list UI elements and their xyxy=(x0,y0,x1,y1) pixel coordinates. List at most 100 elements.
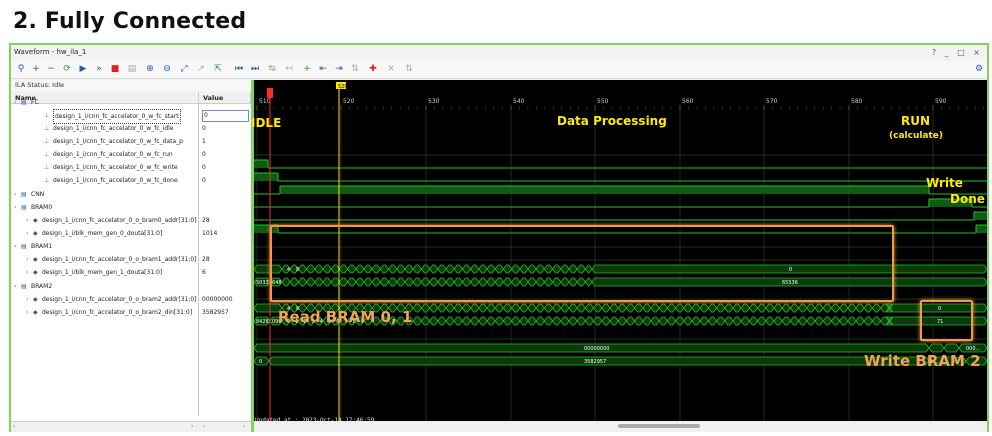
expand-chevron-icon[interactable]: › xyxy=(26,266,28,279)
expand-chevron-icon[interactable]: › xyxy=(14,188,16,201)
name-horizontal-scrollbar[interactable]: ‹ › ‹ › xyxy=(11,421,251,432)
signal-group-row[interactable]: › ▤ FC xyxy=(11,96,251,109)
expand-chevron-icon[interactable]: › xyxy=(14,201,16,214)
bus-segment xyxy=(740,303,750,313)
bus-segment xyxy=(543,316,554,326)
expand-chevron-icon[interactable]: › xyxy=(26,214,28,227)
go-to-end-icon[interactable]: ⏭ xyxy=(249,63,261,75)
scroll-right-icon[interactable]: › xyxy=(191,423,193,430)
go-to-start-icon[interactable]: ⏮ xyxy=(233,63,245,75)
search-icon[interactable]: ⚲ xyxy=(15,63,27,75)
annotation-done: Done xyxy=(950,192,985,206)
signal-row[interactable]: ⊥ design_1_i/cnn_fc_accelator_0_w_fc_done… xyxy=(11,174,251,187)
run-trigger-icon[interactable]: ▶ xyxy=(77,63,89,75)
bus-icon: ◆ xyxy=(33,269,38,276)
bus-segment xyxy=(683,303,693,313)
signal-value: 28 xyxy=(202,256,210,263)
bus-segment xyxy=(470,316,480,326)
export-icon[interactable]: ▤ xyxy=(126,63,138,75)
signal-group-row[interactable]: › ▤ BRAM2 xyxy=(11,280,251,293)
remove-icon[interactable]: − xyxy=(45,63,57,75)
next-transition-icon[interactable]: ↤ xyxy=(283,63,295,75)
bus-segment xyxy=(568,316,578,326)
bus-segment xyxy=(429,303,439,313)
snap-icon[interactable]: ✚ xyxy=(367,63,379,75)
add-marker-icon[interactable]: + xyxy=(301,63,313,75)
bus-segment xyxy=(412,316,422,326)
expand-chevron-icon[interactable]: › xyxy=(14,280,16,293)
window-controls[interactable]: ? _ □ × xyxy=(932,45,983,60)
signal-row[interactable]: › ◆ design_1_i/cnn_fc_accelator_0_o_bram2_… xyxy=(11,306,251,319)
bus-icon: ◆ xyxy=(33,230,38,237)
previous-transition-icon[interactable]: ↹ xyxy=(266,63,278,75)
signal-row[interactable]: › ◆ design_1_i/cnn_fc_accelator_0_o_bram2_… xyxy=(11,293,251,306)
signal-value: 0 xyxy=(202,164,206,171)
signal-row[interactable]: › ◆ design_1_i/cnn_fc_accelator_0_o_bram1_… xyxy=(11,253,251,266)
add-icon[interactable]: + xyxy=(30,63,42,75)
zoom-in-icon[interactable]: ⊕ xyxy=(144,63,156,75)
signal-name: CNN xyxy=(31,191,45,198)
signal-row[interactable]: ⊥ design_1_i/cnn_fc_accelator_0_w_fc_star… xyxy=(11,109,251,124)
ruler-label: 590 xyxy=(935,98,947,105)
ruler-label: 530 xyxy=(428,98,440,105)
refresh-icon[interactable]: ⟳ xyxy=(61,63,73,75)
cursor-icon[interactable]: ⇱ xyxy=(212,63,224,75)
signal-icon: ⊥ xyxy=(44,112,50,119)
signal-group-row[interactable]: › ▤ CNN xyxy=(11,188,251,201)
bus-segment xyxy=(625,303,636,313)
run-immediate-icon[interactable]: » xyxy=(93,63,105,75)
previous-marker-icon[interactable]: ⇤ xyxy=(317,63,329,75)
bus-segment xyxy=(871,316,882,326)
scroll-thumb[interactable] xyxy=(618,424,700,428)
bus-segment xyxy=(420,316,431,326)
stop-icon[interactable]: ■ xyxy=(109,63,121,75)
signal-row[interactable]: › ◆ design_1_i/blk_mem_gen_1_douta[31:0] 6 xyxy=(11,266,251,279)
window-titlebar: Waveform - hw_ila_1 ? _ □ × xyxy=(11,45,987,60)
signal-row[interactable]: ⊥ design_1_i/cnn_fc_accelator_0_w_fc_data… xyxy=(11,135,251,148)
value-scroll-right-icon[interactable]: › xyxy=(243,423,245,430)
fit-marker-icon[interactable]: ⇅ xyxy=(403,63,415,75)
expand-chevron-icon[interactable]: › xyxy=(14,96,16,109)
bus-segment xyxy=(601,316,611,326)
bus-segment xyxy=(806,303,816,313)
bus-segment xyxy=(748,316,759,326)
bus-segment xyxy=(478,303,488,313)
signal-row[interactable]: › ◆ design_1_i/cnn_fc_accelator_0_o_bram0_… xyxy=(11,214,251,227)
signal-value: 1 xyxy=(202,138,206,145)
zoom-fit-icon[interactable]: ⤢ xyxy=(178,63,190,75)
bus-segment xyxy=(691,316,701,326)
signal-value: 6 xyxy=(202,269,206,276)
clear-icon[interactable]: ✕ xyxy=(385,63,397,75)
signal-group-row[interactable]: › ▤ BRAM0 xyxy=(11,201,251,214)
expand-chevron-icon[interactable]: › xyxy=(14,240,16,253)
bus-segment xyxy=(814,316,824,326)
signal-name: design_1_i/cnn_fc_accelator_0_o_bram1_ad… xyxy=(42,256,197,263)
annotation-run-sub: (calculate) xyxy=(889,131,944,141)
gear-icon[interactable]: ⚙ xyxy=(973,63,985,75)
bus-segment xyxy=(798,316,808,326)
value-scroll-left-icon[interactable]: ‹ xyxy=(203,423,205,430)
signal-row[interactable]: ⊥ design_1_i/cnn_fc_accelator_0_w_fc_writ… xyxy=(11,161,251,174)
bus-segment xyxy=(830,303,841,313)
bus-segment xyxy=(699,316,709,326)
bus-segment xyxy=(757,303,767,313)
scroll-left-icon[interactable]: ‹ xyxy=(13,423,15,430)
next-marker-icon[interactable]: ⇥ xyxy=(333,63,345,75)
full-view-icon[interactable]: ↗ xyxy=(195,63,207,75)
signal-group-row[interactable]: › ▤ BRAM1 xyxy=(11,240,251,253)
bus-value: 3582957 xyxy=(584,359,606,365)
signal-row[interactable]: ⊥ design_1_i/cnn_fc_accelator_0_w_fc_run 0 xyxy=(11,148,251,161)
ruler-label: 510 xyxy=(259,98,271,105)
signal-row[interactable]: ⊥ design_1_i/cnn_fc_accelator_0_w_fc_idle… xyxy=(11,122,251,135)
signal-row[interactable]: › ◆ design_1_i/blk_mem_gen_0_douta[31:0] 10… xyxy=(11,227,251,240)
swap-cursors-icon[interactable]: ⇅ xyxy=(349,63,361,75)
bus-segment xyxy=(552,303,562,313)
signal-name: design_1_i/cnn_fc_accelator_0_w_fc_idle xyxy=(53,125,174,132)
expand-chevron-icon[interactable]: › xyxy=(26,253,28,266)
ruler-label: 550 xyxy=(597,98,609,105)
expand-chevron-icon[interactable]: › xyxy=(26,227,28,240)
zoom-out-icon[interactable]: ⊖ xyxy=(161,63,173,75)
expand-chevron-icon[interactable]: › xyxy=(26,306,28,319)
expand-chevron-icon[interactable]: › xyxy=(26,293,28,306)
signal-value: 0 xyxy=(202,110,249,122)
